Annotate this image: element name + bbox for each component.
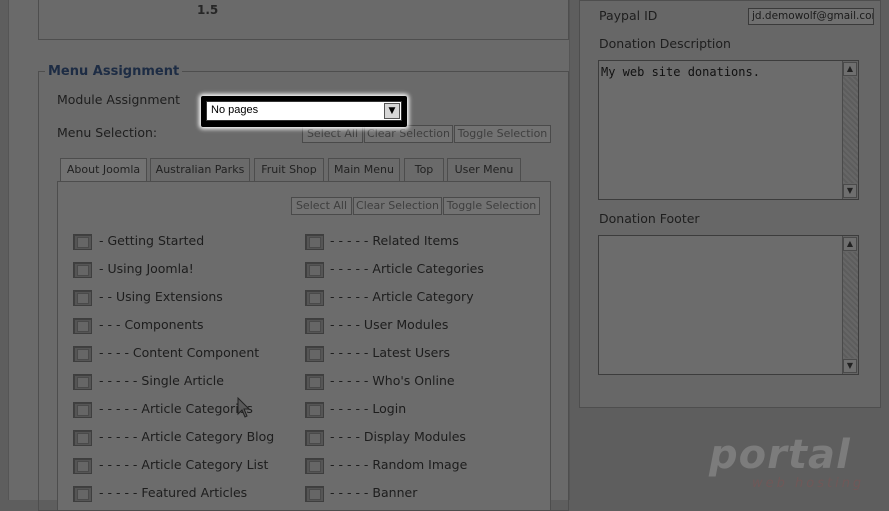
menu-item-label: - - - - - Who's Online [330,373,455,388]
panel-select-all-button[interactable]: Select All [291,197,352,215]
menu-item-checkbox[interactable] [73,346,92,362]
paypal-id-label: Paypal ID [599,8,658,23]
menu-item-label: - Using Joomla! [99,261,194,276]
chevron-down-icon[interactable]: ▼ [384,103,400,119]
menu-item-label: - - Using Extensions [99,289,223,304]
select-all-button[interactable]: Select All [302,125,363,143]
portal-logo-subtitle: web hosting [752,476,865,491]
menu-item-label: - - - - User Modules [330,317,449,332]
tab-main-menu[interactable]: Main Menu [328,158,400,181]
donation-description-label: Donation Description [599,36,731,51]
top-value: 1.5 [197,3,219,17]
menu-item-checkbox[interactable] [73,430,92,446]
donation-description-scrollbar[interactable]: ▲ ▼ [842,61,858,199]
menu-item-checkbox[interactable] [73,374,92,390]
menu-item-checkbox[interactable] [305,318,324,334]
menu-item-label: - - - - - Article Categories [330,261,484,276]
top-settings-box [38,0,569,40]
paypal-id-input[interactable]: jd.demowolf@gmail.com [748,8,874,25]
tab-australian-parks[interactable]: Australian Parks [150,158,250,181]
portal-logo: portal [709,432,851,478]
donation-footer-label: Donation Footer [599,211,700,226]
toggle-selection-button[interactable]: Toggle Selection [454,125,551,143]
donation-description-text: My web site donations. [601,65,760,79]
tab-user-menu[interactable]: User Menu [447,158,521,181]
scrollbar-track[interactable] [843,77,858,183]
tab-fruit-shop[interactable]: Fruit Shop [254,158,324,181]
menu-item-label: - - - - - Login [330,401,407,416]
menu-item-checkbox[interactable] [73,290,92,306]
menu-item-checkbox[interactable] [305,402,324,418]
donation-description-textarea[interactable]: My web site donations. ▲ ▼ [598,60,859,200]
menu-item-label: - - - - - Related Items [330,233,459,248]
arrow-down-icon[interactable]: ▼ [843,184,857,198]
menu-item-checkbox[interactable] [73,402,92,418]
menu-item-checkbox[interactable] [305,430,324,446]
donation-footer-scrollbar[interactable]: ▲ ▼ [842,236,858,374]
menu-item-checkbox[interactable] [305,290,324,306]
menu-item-checkbox[interactable] [73,262,92,278]
menu-item-label: - - - - - Random Image [330,457,468,472]
panel-clear-selection-button[interactable]: Clear Selection [353,197,442,215]
menu-item-label: - - - - Content Component [99,345,260,360]
menu-item-checkbox[interactable] [73,234,92,250]
menu-item-label: - - - - - Single Article [99,373,224,388]
module-assignment-select[interactable]: No pages ▼ [206,101,402,121]
menu-item-checkbox[interactable] [73,458,92,474]
scrollbar-track[interactable] [843,252,858,358]
arrow-up-icon[interactable]: ▲ [843,237,857,251]
arrow-up-icon[interactable]: ▲ [843,62,857,76]
menu-item-checkbox[interactable] [73,318,92,334]
clear-selection-button[interactable]: Clear Selection [364,125,453,143]
menu-item-label: - - - - - Article Category List [99,457,269,472]
menu-item-checkbox[interactable] [305,234,324,250]
arrow-down-icon[interactable]: ▼ [843,359,857,373]
module-assignment-label: Module Assignment [57,92,181,107]
mouse-pointer-icon [237,397,251,418]
menu-item-label: - - - - - Article Category Blog [99,429,275,444]
menu-item-checkbox[interactable] [305,346,324,362]
module-assignment-selected: No pages [211,104,259,116]
donation-footer-textarea[interactable]: ▲ ▼ [598,235,859,375]
menu-item-label: - - - - - Article Categories [99,401,253,416]
menu-item-label: - - - - Display Modules [330,429,466,444]
tab-top[interactable]: Top [404,158,444,181]
menu-item-checkbox[interactable] [305,262,324,278]
panel-toggle-selection-button[interactable]: Toggle Selection [443,197,540,215]
menu-item-label: - - - Components [99,317,204,332]
menu-item-label: - - - - - Article Category [330,289,474,304]
menu-selection-label: Menu Selection: [57,125,158,140]
menu-assignment-legend: Menu Assignment [45,64,183,79]
menu-item-label: - Getting Started [99,233,205,248]
menu-item-checkbox[interactable] [305,458,324,474]
menu-item-label: - - - - - Latest Users [330,345,451,360]
menu-item-label: - - - - - Featured Articles [99,485,248,500]
tab-about-joomla[interactable]: About Joomla [60,158,147,182]
menu-item-label: - - - - - Banner [330,485,418,500]
menu-item-checkbox[interactable] [305,374,324,390]
